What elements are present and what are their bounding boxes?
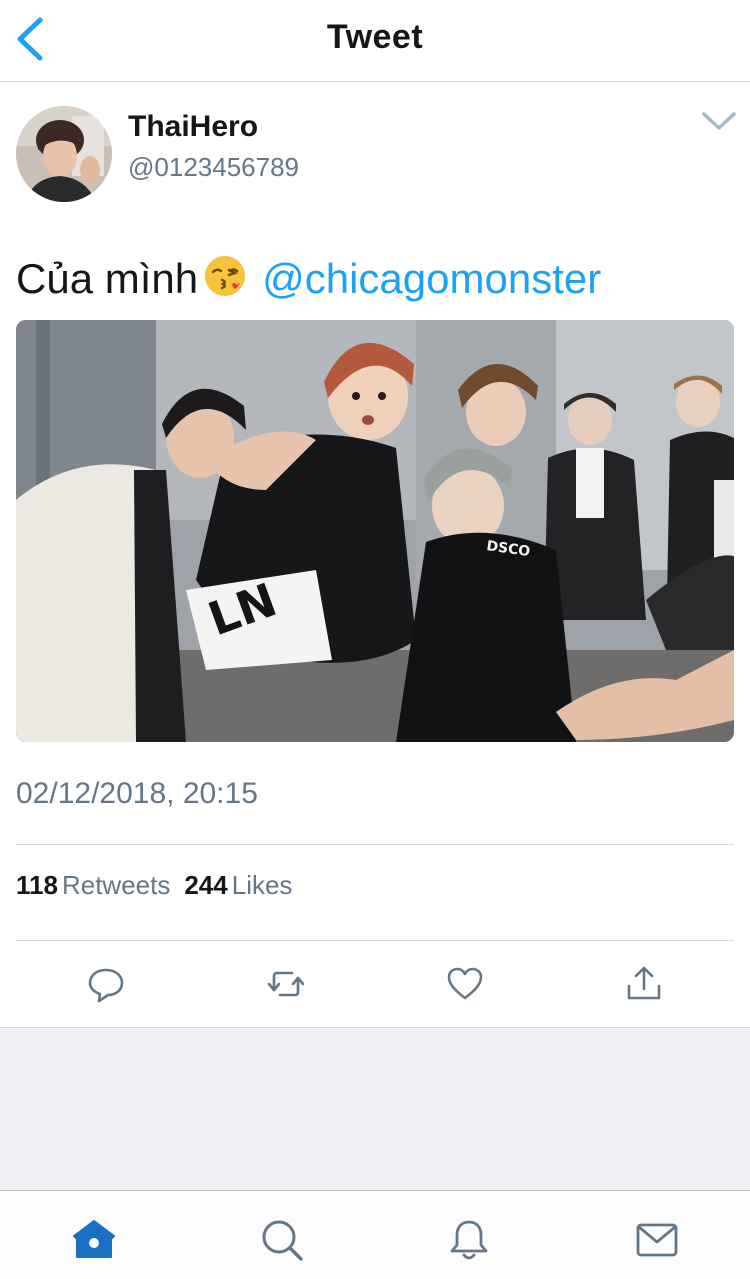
group-photo-image: LN DSCO [16, 320, 734, 742]
tweet-timestamp: 02/12/2018, 20:15 [16, 777, 258, 810]
share-button[interactable] [624, 964, 664, 1004]
retweet-button[interactable] [266, 964, 306, 1004]
reply-icon [88, 968, 124, 1003]
more-options-button[interactable] [700, 108, 738, 136]
empty-background [0, 1028, 750, 1190]
mention-link[interactable]: @chicagomonster [262, 255, 601, 302]
avatar-photo [16, 106, 112, 202]
bottom-tab-bar [0, 1190, 750, 1279]
search-icon [262, 1220, 303, 1261]
retweets-stat[interactable]: 118 Retweets [16, 870, 170, 900]
tweet-body-text: Của mình [16, 255, 199, 302]
tweet-photo[interactable]: LN DSCO [16, 320, 734, 742]
likes-count: 244 [184, 870, 228, 900]
tab-home[interactable] [71, 1217, 117, 1263]
chevron-down-icon [702, 112, 736, 130]
engagement-stats: 118 Retweets 244 Likes [16, 870, 292, 901]
tweet-detail-screen: Tweet ThaiHero @0123456789 Của mình @chi… [0, 0, 750, 1279]
page-title: Tweet [326, 18, 424, 56]
tab-messages[interactable] [634, 1217, 680, 1263]
retweets-label: Retweets [61, 870, 171, 900]
likes-label: Likes [231, 870, 293, 900]
retweets-count: 118 [16, 870, 58, 900]
likes-stat[interactable]: 244 Likes [184, 870, 292, 900]
reply-button[interactable] [86, 964, 126, 1004]
like-button[interactable] [445, 964, 485, 1004]
divider [16, 844, 734, 845]
divider [16, 940, 734, 941]
kiss-emoji-icon [202, 253, 248, 299]
tab-search[interactable] [259, 1217, 305, 1263]
like-icon [447, 967, 483, 1000]
author-display-name[interactable]: ThaiHero [128, 110, 258, 144]
tab-notifications[interactable] [446, 1217, 492, 1263]
navigation-bar: Tweet [0, 0, 750, 82]
tweet-actions-bar [0, 942, 750, 1028]
messages-icon [636, 1223, 678, 1257]
share-icon [627, 966, 661, 1000]
tweet-text: Của mình @chicagomonster [16, 253, 601, 303]
author-handle[interactable]: @0123456789 [128, 152, 299, 183]
home-icon [73, 1220, 115, 1258]
retweet-icon [267, 971, 305, 997]
notifications-icon [450, 1220, 488, 1260]
avatar[interactable] [16, 106, 112, 202]
